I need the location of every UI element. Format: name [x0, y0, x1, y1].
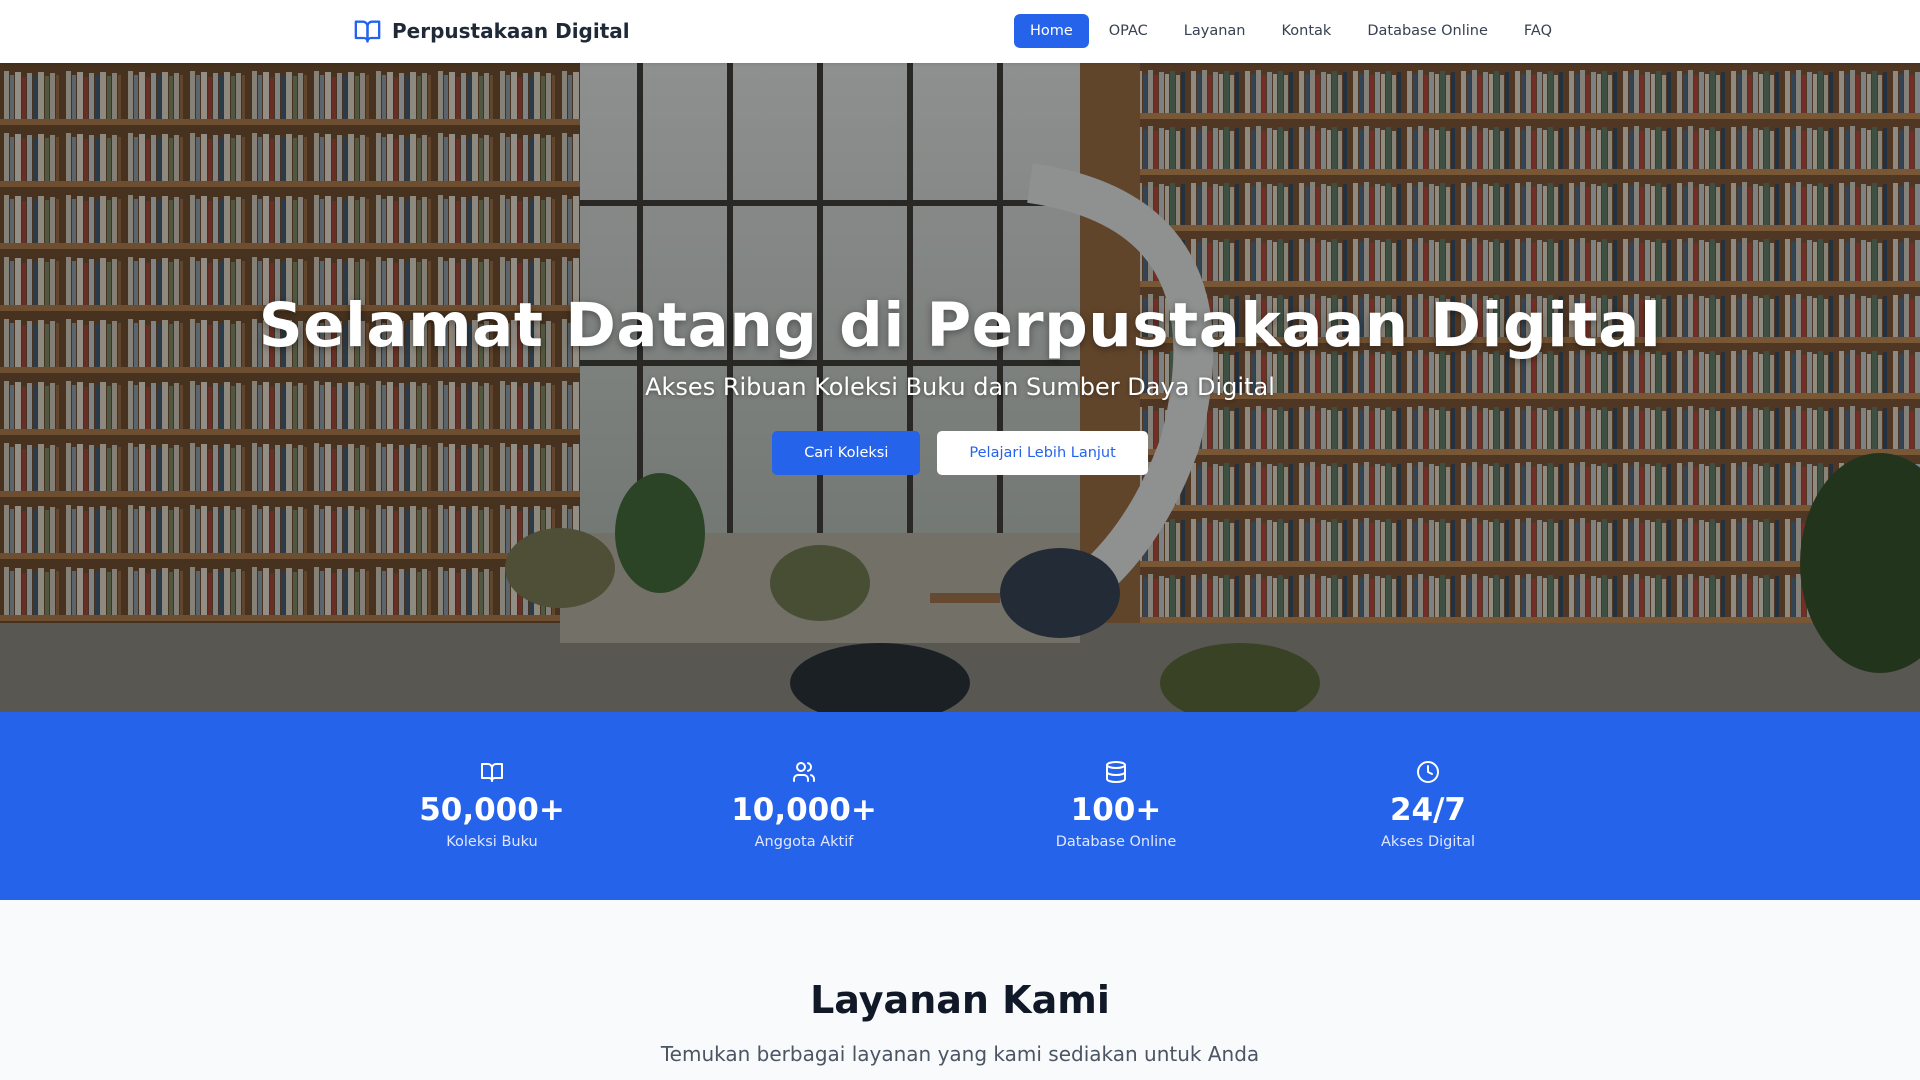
search-collection-button[interactable]: Cari Koleksi [772, 431, 921, 475]
stat-value: 100+ [1070, 792, 1162, 828]
stat-label: Koleksi Buku [446, 834, 538, 850]
stat-value: 50,000+ [419, 792, 565, 828]
stat-item: 100+ Database Online [996, 760, 1236, 850]
main-nav: Home OPAC Layanan Kontak Database Online… [1013, 14, 1568, 48]
stat-item: 10,000+ Anggota Aktif [684, 760, 924, 850]
nav-item-database-online[interactable]: Database Online [1351, 14, 1504, 48]
hero-buttons: Cari Koleksi Pelajari Lebih Lanjut [0, 431, 1920, 475]
services-title: Layanan Kami [810, 978, 1110, 1022]
book-icon [372, 760, 612, 786]
stat-label: Database Online [1055, 834, 1177, 850]
database-icon [996, 760, 1236, 786]
users-icon [684, 760, 924, 786]
learn-more-button[interactable]: Pelajari Lebih Lanjut [937, 431, 1148, 475]
stat-value: 24/7 [1389, 792, 1467, 828]
navbar: Perpustakaan Digital Home OPAC Layanan K… [0, 0, 1920, 63]
hero-title: Selamat Datang di Perpustakaan Digital [258, 290, 1662, 361]
stat-value: 10,000+ [731, 792, 877, 828]
hero-section: Selamat Datang di Perpustakaan Digital A… [0, 63, 1920, 712]
stat-label: Akses Digital [1381, 834, 1475, 850]
nav-item-opac[interactable]: OPAC [1093, 14, 1164, 48]
stat-item: 24/7 Akses Digital [1308, 760, 1548, 850]
nav-item-layanan[interactable]: Layanan [1168, 14, 1262, 48]
stats-section: 50,000+ Koleksi Buku 10,000+ Anggota Akt… [0, 712, 1920, 900]
stat-item: 50,000+ Koleksi Buku [372, 760, 612, 850]
nav-item-kontak[interactable]: Kontak [1266, 14, 1348, 48]
open-book-icon [352, 17, 383, 45]
stat-label: Anggota Aktif [754, 834, 854, 850]
services-section: Layanan Kami Temukan berbagai layanan ya… [0, 900, 1920, 1080]
nav-item-home[interactable]: Home [1013, 14, 1089, 48]
hero-content: Selamat Datang di Perpustakaan Digital A… [0, 290, 1920, 475]
services-subtitle: Temukan berbagai layanan yang kami sedia… [660, 1042, 1260, 1066]
hero-subtitle: Akses Ribuan Koleksi Buku dan Sumber Day… [645, 373, 1275, 401]
clock-icon [1308, 760, 1548, 786]
nav-item-faq[interactable]: FAQ [1508, 14, 1568, 48]
brand[interactable]: Perpustakaan Digital [352, 17, 630, 45]
brand-name: Perpustakaan Digital [392, 19, 630, 43]
